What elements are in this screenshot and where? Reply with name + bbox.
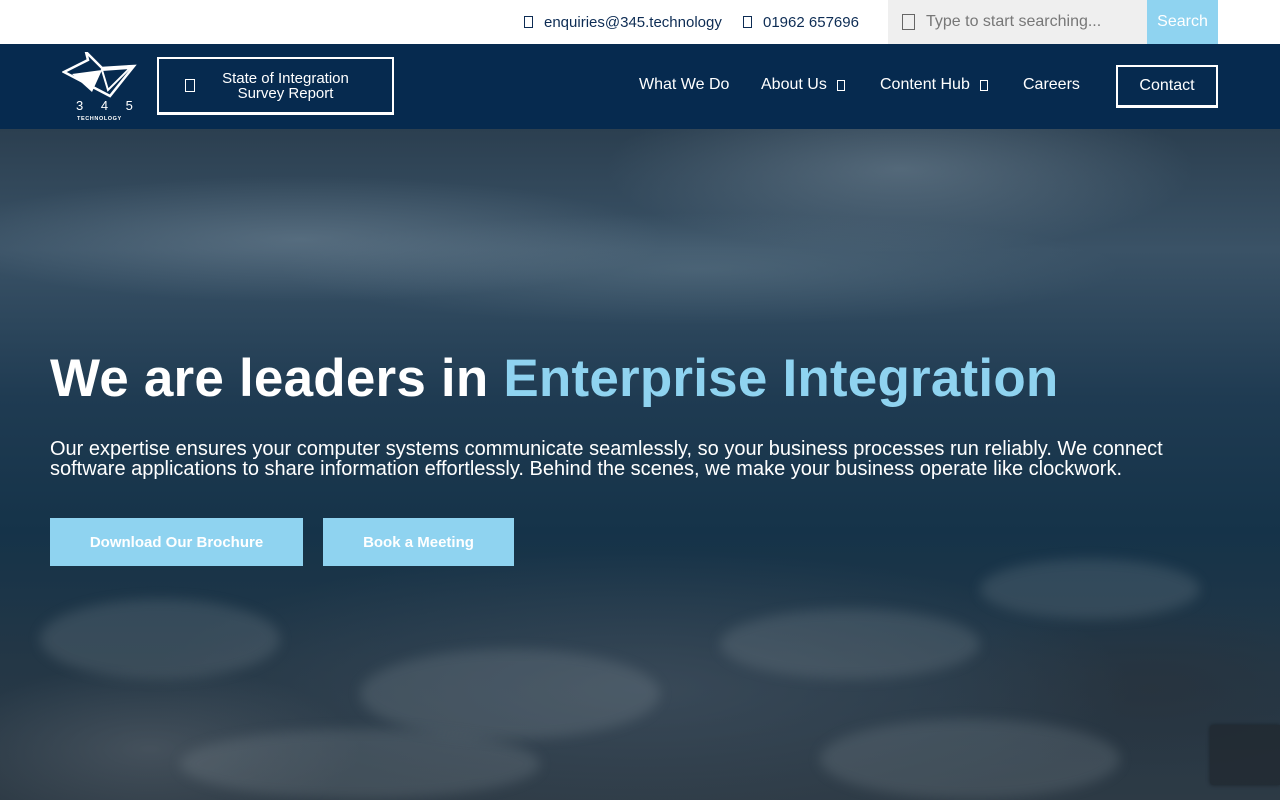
nav-about-us[interactable]: About Us <box>761 76 845 94</box>
search-button[interactable]: Search <box>1147 0 1218 44</box>
email-text: enquiries@345.technology <box>544 13 722 31</box>
book-meeting-button[interactable]: Book a Meeting <box>323 518 514 566</box>
cloud-shape <box>180 729 540 799</box>
main-nav: 3 4 5 TECHNOLOGY State of Integration Su… <box>0 44 1280 129</box>
logo-subtext: TECHNOLOGY <box>77 116 122 122</box>
cloud-shape <box>820 719 1120 799</box>
hero-title-accent: Enterprise Integration <box>503 349 1059 408</box>
search-field <box>888 0 1147 44</box>
hero-section: We are leaders in Enterprise Integration… <box>0 129 1280 800</box>
nav-what-we-do[interactable]: What We Do <box>639 76 729 94</box>
email-link[interactable]: enquiries@345.technology <box>522 12 722 32</box>
hero-title-text: We are leaders in <box>50 349 504 408</box>
hero-description: Our expertise ensures your computer syst… <box>50 438 1163 480</box>
logo[interactable]: 3 4 5 TECHNOLOGY <box>61 47 138 122</box>
nav-content-hub[interactable]: Content Hub <box>880 76 988 94</box>
envelope-icon <box>522 15 534 29</box>
phone-icon <box>741 15 753 29</box>
contact-button[interactable]: Contact <box>1116 65 1218 108</box>
search-icon <box>902 14 916 30</box>
nav-about-us-label: About Us <box>761 76 827 93</box>
recaptcha-badge[interactable] <box>1210 725 1280 785</box>
nav-content-hub-label: Content Hub <box>880 76 970 93</box>
logo-mark: 3 4 5 TECHNOLOGY <box>61 47 138 122</box>
nav-what-we-do-label: What We Do <box>639 76 730 93</box>
chevron-down-icon <box>979 79 988 91</box>
nav-careers[interactable]: Careers <box>1023 76 1080 94</box>
cloud-shape <box>360 649 660 739</box>
search-form: Search <box>888 0 1218 44</box>
cloud-shape <box>720 609 980 679</box>
cloud-shape <box>40 599 280 679</box>
phone-link[interactable]: 01962 657696 <box>741 12 859 32</box>
survey-report-button[interactable]: State of Integration Survey Report <box>157 57 394 115</box>
hero-title: We are leaders in Enterprise Integration <box>50 348 1058 409</box>
cloud-shape <box>980 559 1200 619</box>
search-input[interactable] <box>926 13 1146 31</box>
document-icon <box>185 79 195 92</box>
survey-line-2: Survey Report <box>237 84 334 102</box>
nav-careers-label: Careers <box>1023 76 1080 93</box>
download-brochure-button[interactable]: Download Our Brochure <box>50 518 303 566</box>
logo-number: 3 4 5 <box>76 98 138 113</box>
top-bar: enquiries@345.technology 01962 657696 Se… <box>0 0 1280 44</box>
chevron-down-icon <box>836 79 845 91</box>
phone-text: 01962 657696 <box>763 13 859 31</box>
